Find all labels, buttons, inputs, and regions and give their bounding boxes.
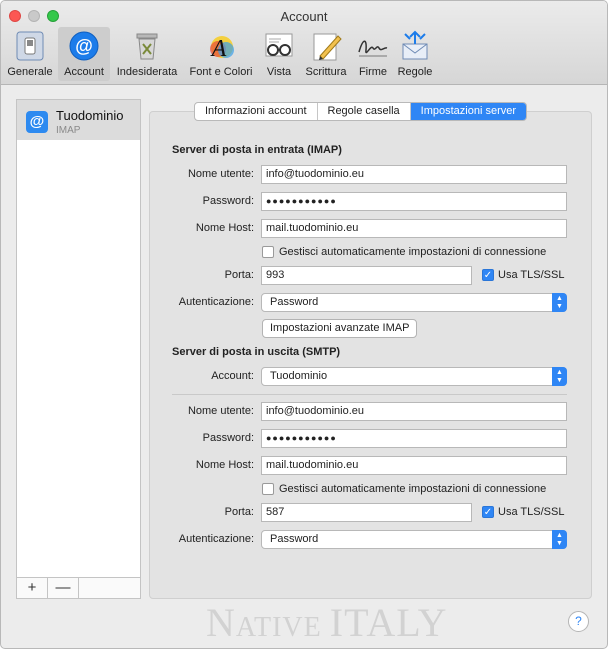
outgoing-host-field[interactable]: mail.tuodominio.eu	[261, 456, 567, 475]
chevron-updown-icon: ▲ ▼	[552, 367, 567, 386]
outgoing-username-label: Nome utente:	[187, 405, 254, 417]
incoming-tls-label: Usa TLS/SSL	[498, 269, 565, 281]
toolbar-indesiderata[interactable]: Indesiderata	[113, 27, 181, 81]
incoming-auth-select[interactable]: Password ▲ ▼	[261, 293, 567, 312]
chevron-updown-icon: ▲ ▼	[552, 293, 567, 312]
toolbar-label: Font e Colori	[189, 66, 253, 78]
incoming-password-label: Password:	[202, 195, 254, 207]
svg-text:A: A	[210, 36, 227, 62]
tab-impostazioni-server[interactable]: Impostazioni server	[410, 103, 527, 120]
outgoing-account-select[interactable]: Tuodominio ▲ ▼	[261, 367, 567, 386]
help-button[interactable]: ?	[568, 611, 589, 632]
toolbar-label: Indesiderata	[116, 66, 178, 78]
account-name: Tuodominio	[56, 108, 124, 123]
signature-icon	[357, 30, 389, 62]
toolbar-label: Account	[64, 66, 104, 78]
tab-regole-casella[interactable]: Regole casella	[318, 103, 411, 120]
toolbar-account[interactable]: @ Account	[58, 27, 110, 81]
at-icon: @	[68, 30, 100, 62]
outgoing-auto-manage-checkbox[interactable]	[262, 483, 274, 495]
outgoing-username-field[interactable]: info@tuodominio.eu	[261, 402, 567, 421]
outgoing-port-label: Porta:	[224, 506, 254, 518]
window-title: Account	[280, 9, 328, 24]
toolbar-scrittura[interactable]: Scrittura	[301, 27, 351, 81]
font-icon: A	[205, 30, 237, 62]
tab-informazioni-account[interactable]: Informazioni account	[195, 103, 318, 120]
toolbar-label: Scrittura	[305, 66, 347, 78]
switch-icon	[14, 30, 46, 62]
outgoing-auth-select[interactable]: Password ▲ ▼	[261, 530, 567, 549]
account-list-footer: + —	[17, 577, 140, 598]
glasses-icon	[263, 30, 295, 62]
outgoing-auto-manage-label: Gestisci automaticamente impostazioni di…	[279, 483, 547, 495]
outgoing-password-field[interactable]: ●●●●●●●●●●●	[261, 429, 567, 448]
watermark: NATIVE ITALY	[206, 600, 448, 645]
toolbar-regole[interactable]: Regole	[395, 27, 435, 81]
outgoing-tls-label: Usa TLS/SSL	[498, 506, 565, 518]
outgoing-port-field[interactable]: 587	[261, 503, 472, 522]
outgoing-tls-checkbox[interactable]: ✓	[482, 506, 494, 518]
toolbar-generale[interactable]: Generale	[5, 27, 55, 81]
incoming-auth-value: Password	[270, 296, 319, 308]
advanced-imap-button[interactable]: Impostazioni avanzate IMAP	[262, 319, 418, 338]
incoming-auto-manage-label: Gestisci automaticamente impostazioni di…	[279, 246, 547, 258]
toolbar-label: Vista	[266, 66, 292, 78]
incoming-auto-manage-checkbox[interactable]	[262, 246, 274, 258]
chevron-updown-icon: ▲ ▼	[552, 530, 567, 549]
outgoing-account-label: Account:	[211, 370, 254, 382]
trash-icon	[131, 30, 163, 62]
outgoing-password-label: Password:	[202, 432, 254, 444]
incoming-password-field[interactable]: ●●●●●●●●●●●	[261, 192, 567, 211]
outgoing-section-title: Server di posta in uscita (SMTP)	[172, 346, 341, 358]
toolbar-label: Regole	[397, 66, 433, 78]
incoming-section-title: Server di posta in entrata (IMAP)	[172, 144, 342, 156]
incoming-port-field[interactable]: 993	[261, 266, 472, 285]
outgoing-account-value: Tuodominio	[270, 370, 328, 382]
preferences-window: Account Generale @ Account Indesiderata	[0, 0, 608, 649]
toolbar-font-colori[interactable]: A Font e Colori	[186, 27, 256, 81]
remove-account-button[interactable]: —	[48, 578, 79, 598]
at-icon: @	[26, 111, 48, 133]
incoming-tls-checkbox[interactable]: ✓	[482, 269, 494, 281]
pencil-icon	[310, 30, 342, 62]
titlebar: Account Generale @ Account Indesiderata	[1, 1, 607, 85]
outgoing-host-label: Nome Host:	[195, 459, 254, 471]
incoming-username-label: Nome utente:	[187, 168, 254, 180]
outgoing-auth-value: Password	[270, 533, 319, 545]
toolbar-vista[interactable]: Vista	[261, 27, 297, 81]
outgoing-auth-label: Autenticazione:	[178, 533, 254, 545]
incoming-port-label: Porta:	[224, 269, 254, 281]
incoming-username-field[interactable]: info@tuodominio.eu	[261, 165, 567, 184]
add-account-button[interactable]: +	[17, 578, 48, 598]
incoming-auth-label: Autenticazione:	[178, 296, 254, 308]
toolbar-label: Generale	[7, 66, 53, 78]
toolbar-firme[interactable]: Firme	[354, 27, 392, 81]
incoming-host-field[interactable]: mail.tuodominio.eu	[261, 219, 567, 238]
section-divider	[172, 394, 567, 395]
tab-bar: Informazioni account Regole casella Impo…	[194, 102, 528, 121]
rules-icon	[399, 30, 431, 62]
account-list-item[interactable]: @ Tuodominio IMAP	[17, 100, 140, 140]
svg-text:@: @	[75, 36, 93, 56]
incoming-host-label: Nome Host:	[195, 222, 254, 234]
account-type: IMAP	[56, 125, 81, 136]
toolbar-label: Firme	[358, 66, 388, 78]
